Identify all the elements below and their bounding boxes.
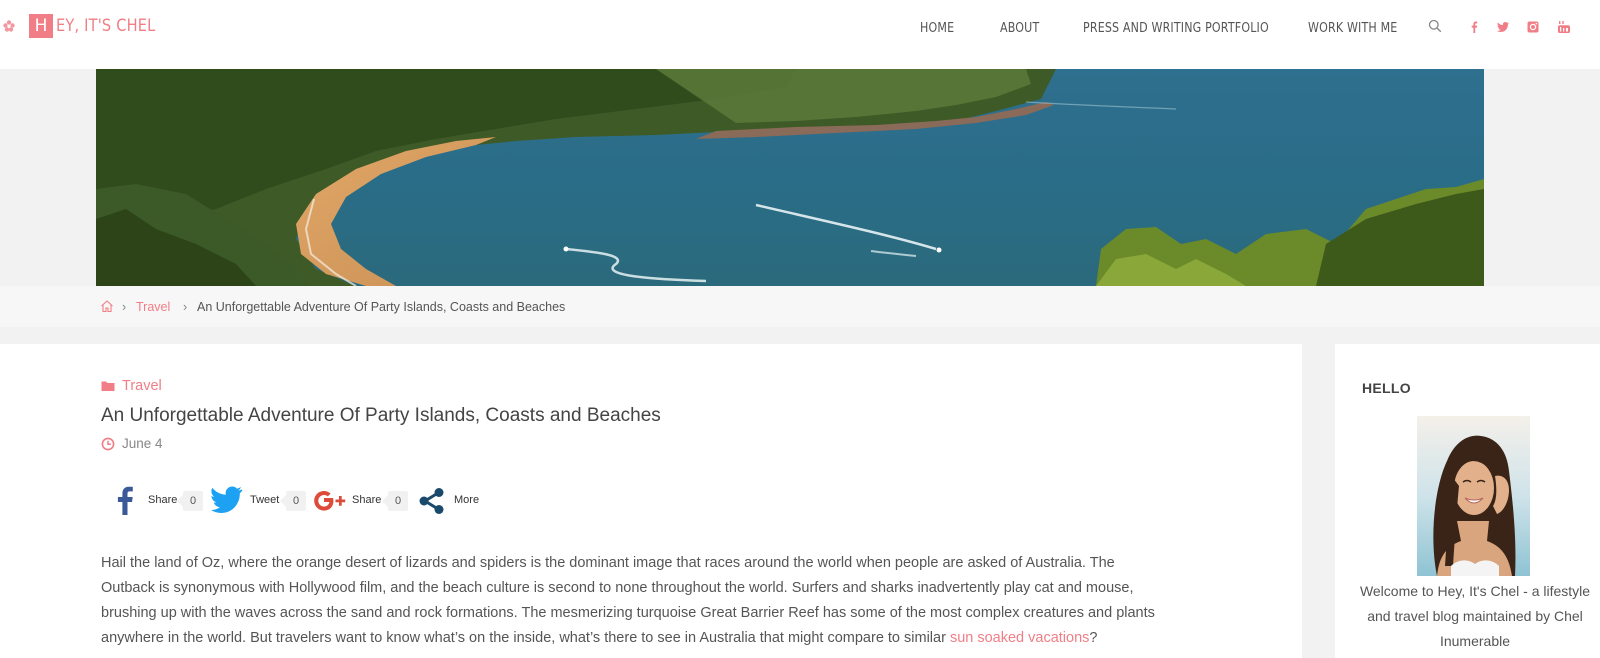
home-icon[interactable]: [100, 299, 114, 313]
paragraph-line: anywhere in the world. But travelers wan…: [101, 626, 1171, 651]
site-logo[interactable]: H EY, IT'S CHEL: [29, 14, 172, 38]
flower-icon: [3, 20, 15, 32]
share-label: Share: [352, 494, 382, 506]
hero-image: [96, 69, 1484, 286]
share-more-button[interactable]: More: [417, 482, 487, 518]
breadcrumb-separator: ›: [183, 300, 188, 314]
sidebar-widget: HELLO Welcome to Hey, It's Chel - a life…: [1335, 344, 1600, 658]
portrait-illustration: [1417, 416, 1530, 576]
share-label: Share: [148, 494, 178, 506]
beach-landscape-illustration: [96, 69, 1484, 286]
share-label: Tweet: [250, 494, 280, 506]
logo-text: EY, IT'S CHEL: [56, 16, 156, 36]
facebook-icon: [117, 486, 133, 515]
share-count: 0: [280, 491, 306, 511]
youtube-icon[interactable]: [1557, 20, 1571, 34]
share-count: 0: [177, 491, 203, 511]
share-twitter-button[interactable]: Tweet 0: [211, 482, 311, 518]
author-photo: [1417, 416, 1530, 576]
share-label: More: [454, 494, 480, 506]
paragraph-line: Outback is synonymous with Hollywood fil…: [101, 580, 1134, 596]
nav-work-with-me[interactable]: WORK WITH ME: [1308, 18, 1397, 38]
post-date-label: June 4: [122, 436, 163, 451]
clock-icon: [101, 437, 115, 451]
instagram-icon[interactable]: [1526, 20, 1540, 34]
breadcrumb: › Travel › An Unforgettable Adventure Of…: [0, 286, 1600, 327]
logo-initial: H: [29, 14, 53, 38]
breadcrumb-current: An Unforgettable Adventure Of Party Isla…: [197, 300, 566, 314]
share-google-plus-button[interactable]: Share 0: [313, 482, 413, 518]
nav-about[interactable]: ABOUT: [1000, 18, 1039, 38]
search-icon[interactable]: [1428, 19, 1442, 33]
post-category-link[interactable]: Travel: [122, 377, 162, 395]
site-header: H EY, IT'S CHEL HOME ABOUT PRESS AND WRI…: [0, 0, 1600, 69]
paragraph-line: brushing up with the waves across the sa…: [101, 605, 1155, 621]
post-category: Travel: [101, 377, 162, 395]
post-title: An Unforgettable Adventure Of Party Isla…: [101, 405, 661, 426]
welcome-text: Welcome to Hey, It's Chel - a lifestyle …: [1359, 583, 1591, 649]
folder-icon: [101, 381, 115, 391]
share-more-icon: [419, 488, 444, 514]
share-facebook-button[interactable]: Share 0: [109, 482, 209, 518]
widget-title: HELLO: [1362, 380, 1411, 396]
paragraph-line: Hail the land of Oz, where the orange de…: [101, 555, 1115, 571]
twitter-icon[interactable]: [1496, 20, 1510, 34]
post-body: Hail the land of Oz, where the orange de…: [101, 551, 1171, 651]
post-date: June 4: [101, 435, 163, 453]
breadcrumb-category[interactable]: Travel: [136, 299, 170, 315]
google-plus-icon: [314, 491, 346, 511]
nav-press-portfolio[interactable]: PRESS AND WRITING PORTFOLIO: [1083, 18, 1269, 38]
paragraph-text: anywhere in the world. But travelers wan…: [101, 630, 950, 646]
share-count: 0: [382, 491, 408, 511]
post-content: Travel An Unforgettable Adventure Of Par…: [0, 344, 1302, 658]
nav-home[interactable]: HOME: [920, 18, 954, 38]
twitter-icon: [211, 486, 243, 514]
facebook-icon[interactable]: [1467, 20, 1481, 34]
paragraph-text: ?: [1089, 630, 1098, 646]
breadcrumb-separator: ›: [122, 300, 127, 314]
sun-soaked-vacations-link[interactable]: sun soaked vacations: [950, 630, 1089, 646]
